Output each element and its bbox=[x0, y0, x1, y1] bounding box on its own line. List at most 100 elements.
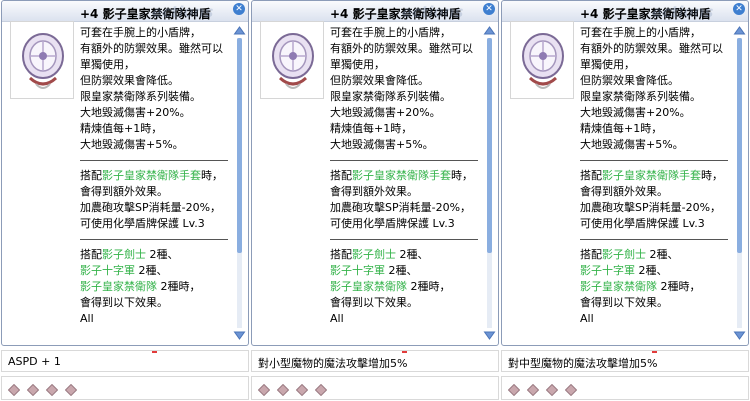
combo-set-link: 影子劍士 bbox=[352, 248, 396, 261]
card-slot-icon[interactable] bbox=[8, 384, 20, 396]
description-line: 精煉值每+1時， bbox=[80, 122, 163, 135]
card-slot-icon[interactable] bbox=[296, 384, 308, 396]
scroll-down-icon[interactable] bbox=[233, 330, 246, 341]
description-block-combo-set: 搭配影子劍士 2種、 影子十字軍 2種、 影子皇家禁衛隊 2種時， 會得到以下效… bbox=[80, 248, 201, 325]
description-line: 大地毀滅傷害+20%。 bbox=[330, 106, 441, 119]
card-slot-icon[interactable] bbox=[527, 384, 539, 396]
card-slots bbox=[251, 376, 499, 400]
scroll-thumb[interactable] bbox=[237, 38, 242, 253]
item-info-window: +4 影子皇家禁衛隊神盾 ections ✕ 可套在手腕上的小盾牌， 有額外的防禦… bbox=[1, 0, 249, 346]
close-icon[interactable]: ✕ bbox=[233, 3, 245, 15]
card-slot-icon[interactable] bbox=[46, 384, 58, 396]
scroll-track[interactable] bbox=[737, 38, 742, 328]
combo-set-link: 影子十字軍 bbox=[580, 264, 635, 277]
description-line: 但防禦效果會降低。 bbox=[330, 74, 429, 87]
combo-set-link: 影子劍士 bbox=[102, 248, 146, 261]
card-slot-icon[interactable] bbox=[65, 384, 77, 396]
description-line: 限皇家禁衛隊系列裝備。 bbox=[330, 90, 451, 103]
combo-set-link: 影子皇家禁衛隊 bbox=[580, 280, 657, 293]
item-description: 可套在手腕上的小盾牌， 有額外的防禦效果。雖然可以 單獨使用， 但防禦效果會降低。限皇… bbox=[580, 25, 734, 327]
description-line: 大地毀滅傷害+5%。 bbox=[330, 138, 434, 151]
title-bar[interactable]: +4 影子皇家禁衛隊神盾 ections ✕ bbox=[2, 1, 248, 22]
scroll-up-icon[interactable] bbox=[483, 25, 496, 36]
card-effect-box: ASPD + 1 bbox=[1, 350, 249, 372]
item-panel-3: +4 影子皇家禁衛隊神盾 ections ✕ 可套在手腕上的小盾牌， 有額外的防禦… bbox=[501, 0, 749, 401]
close-icon[interactable]: ✕ bbox=[483, 3, 495, 15]
scroll-up-icon[interactable] bbox=[733, 25, 746, 36]
description-line: 大地毀滅傷害+5%。 bbox=[80, 138, 184, 151]
description-block-effects: 可套在手腕上的小盾牌， 有額外的防禦效果。雖然可以 單獨使用， 但防禦效果會降低。限皇… bbox=[330, 25, 484, 153]
description-line: 但防禦效果會降低。 bbox=[580, 74, 679, 87]
card-effect-text: 對中型魔物的魔法攻擊增加5% bbox=[508, 357, 658, 370]
description-line: 單獨使用， bbox=[80, 58, 135, 71]
card-effect-text: ASPD + 1 bbox=[8, 355, 61, 368]
close-icon[interactable]: ✕ bbox=[733, 3, 745, 15]
description-line: 有額外的防禦效果。雖然可以 bbox=[80, 42, 223, 55]
scrollbar[interactable] bbox=[233, 25, 246, 341]
card-slots bbox=[1, 376, 249, 400]
item-info-window: +4 影子皇家禁衛隊神盾 ections ✕ 可套在手腕上的小盾牌， 有額外的防禦… bbox=[251, 0, 499, 346]
combo-item-link: 影子皇家禁衛隊手套 bbox=[602, 169, 701, 182]
divider bbox=[330, 160, 478, 161]
watermark: ections bbox=[152, 3, 214, 21]
scroll-down-icon[interactable] bbox=[733, 330, 746, 341]
combo-set-link: 影子十字軍 bbox=[330, 264, 385, 277]
description-line: 可套在手腕上的小盾牌， bbox=[330, 26, 451, 39]
description-line: 精煉值每+1時， bbox=[580, 122, 663, 135]
description-line: 大地毀滅傷害+20%。 bbox=[80, 106, 191, 119]
item-panel-1: +4 影子皇家禁衛隊神盾 ections ✕ 可套在手腕上的小盾牌， 有額外的防禦… bbox=[1, 0, 249, 401]
card-slot-icon[interactable] bbox=[27, 384, 39, 396]
title-bar[interactable]: +4 影子皇家禁衛隊神盾 ections ✕ bbox=[252, 1, 498, 22]
card-slots bbox=[501, 376, 749, 400]
scrollbar[interactable] bbox=[733, 25, 746, 341]
shield-item-icon bbox=[22, 33, 64, 89]
scroll-thumb[interactable] bbox=[737, 38, 742, 253]
description-line: 有額外的防禦效果。雖然可以 bbox=[580, 42, 723, 55]
description-line: 可套在手腕上的小盾牌， bbox=[80, 26, 201, 39]
scroll-thumb[interactable] bbox=[487, 38, 492, 253]
card-slot-icon[interactable] bbox=[546, 384, 558, 396]
watermark: ections bbox=[402, 3, 464, 21]
combo-set-link: 影子十字軍 bbox=[80, 264, 135, 277]
description-block-combo-gloves: 搭配影子皇家禁衛隊手套時， 會得到額外效果。 加農砲攻擊SP消耗量-20%， 可… bbox=[330, 169, 473, 230]
card-slot-icon[interactable] bbox=[508, 384, 520, 396]
description-line: 單獨使用， bbox=[580, 58, 635, 71]
combo-item-link: 影子皇家禁衛隊手套 bbox=[102, 169, 201, 182]
card-slot-icon[interactable] bbox=[258, 384, 270, 396]
description-line: 大地毀滅傷害+20%。 bbox=[580, 106, 691, 119]
description-line: 限皇家禁衛隊系列裝備。 bbox=[80, 90, 201, 103]
scroll-down-icon[interactable] bbox=[483, 330, 496, 341]
divider bbox=[580, 239, 728, 240]
description-line: 限皇家禁衛隊系列裝備。 bbox=[580, 90, 701, 103]
watermark: ections bbox=[652, 3, 714, 21]
scroll-up-icon[interactable] bbox=[233, 25, 246, 36]
card-effect-box: 對小型魔物的魔法攻擊增加5% bbox=[251, 350, 499, 372]
description-block-combo-set: 搭配影子劍士 2種、 影子十字軍 2種、 影子皇家禁衛隊 2種時， 會得到以下效… bbox=[580, 248, 701, 325]
scroll-track[interactable] bbox=[237, 38, 242, 328]
scrollbar[interactable] bbox=[483, 25, 496, 341]
item-image bbox=[260, 21, 324, 99]
marker bbox=[402, 351, 407, 353]
combo-set-link: 影子皇家禁衛隊 bbox=[330, 280, 407, 293]
description-line: 精煉值每+1時， bbox=[330, 122, 413, 135]
marker bbox=[152, 351, 157, 353]
title-bar[interactable]: +4 影子皇家禁衛隊神盾 ections ✕ bbox=[502, 1, 748, 22]
item-panel-2: +4 影子皇家禁衛隊神盾 ections ✕ 可套在手腕上的小盾牌， 有額外的防禦… bbox=[251, 0, 499, 401]
divider bbox=[580, 160, 728, 161]
combo-set-link: 影子皇家禁衛隊 bbox=[80, 280, 157, 293]
combo-item-link: 影子皇家禁衛隊手套 bbox=[352, 169, 451, 182]
description-block-combo-set: 搭配影子劍士 2種、 影子十字軍 2種、 影子皇家禁衛隊 2種時， 會得到以下效… bbox=[330, 248, 451, 325]
scroll-track[interactable] bbox=[487, 38, 492, 328]
description-block-combo-gloves: 搭配影子皇家禁衛隊手套時， 會得到額外效果。 加農砲攻擊SP消耗量-20%， 可… bbox=[580, 169, 723, 230]
card-slot-icon[interactable] bbox=[565, 384, 577, 396]
description-line: 但防禦效果會降低。 bbox=[80, 74, 179, 87]
description-line: 可套在手腕上的小盾牌， bbox=[580, 26, 701, 39]
card-effect-box: 對中型魔物的魔法攻擊增加5% bbox=[501, 350, 749, 372]
description-line: 有額外的防禦效果。雖然可以 bbox=[330, 42, 473, 55]
card-effect-text: 對小型魔物的魔法攻擊增加5% bbox=[258, 357, 408, 370]
card-slot-icon[interactable] bbox=[277, 384, 289, 396]
divider bbox=[80, 160, 228, 161]
description-line: 單獨使用， bbox=[330, 58, 385, 71]
card-slot-icon[interactable] bbox=[315, 384, 327, 396]
item-image bbox=[10, 21, 74, 99]
